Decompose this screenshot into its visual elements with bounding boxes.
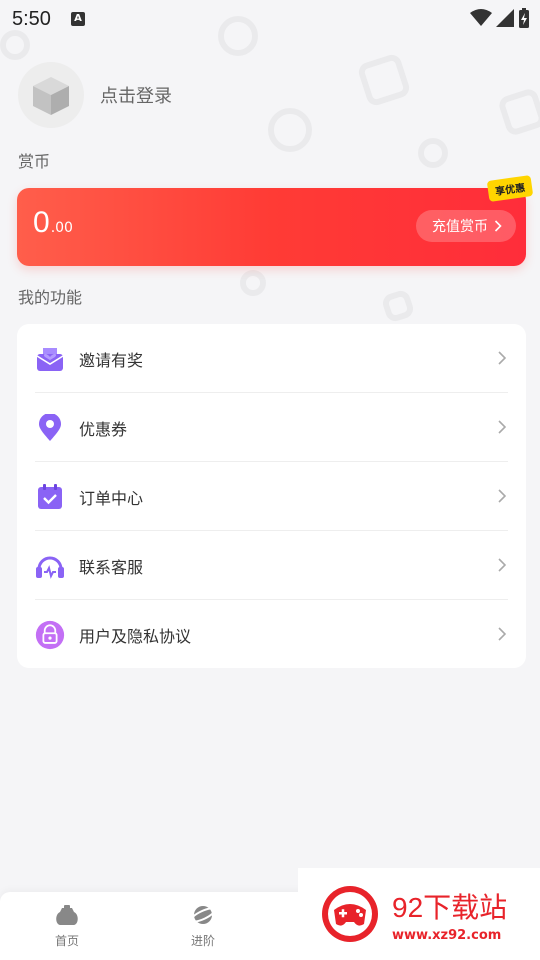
headset-icon xyxy=(35,551,65,581)
functions-list: 邀请有奖 优惠券 订单中心 联系客服 用户及隐私协议 xyxy=(17,324,526,668)
profile-header[interactable]: 点击登录 xyxy=(18,62,172,128)
coin-balance-integer: 0 xyxy=(33,206,50,239)
menu-item-label: 订单中心 xyxy=(79,488,144,508)
chevron-right-icon xyxy=(494,220,502,232)
privacy-lock-icon xyxy=(35,620,65,650)
chevron-right-icon xyxy=(498,351,506,365)
planet-icon xyxy=(168,902,238,928)
menu-item-label: 邀请有奖 xyxy=(79,350,144,370)
calendar-check-icon xyxy=(35,482,65,512)
coin-balance: 0 .00 xyxy=(33,206,73,240)
home-bag-icon xyxy=(32,902,102,928)
coin-section-label: 赏币 xyxy=(18,152,51,171)
watermark-url: www.xz92.com xyxy=(392,927,502,943)
gamepad-logo-icon xyxy=(322,886,378,942)
menu-item-label: 用户及隐私协议 xyxy=(79,626,192,646)
tab-home[interactable]: 首页 xyxy=(32,902,102,949)
coin-balance-card: 0 .00 充值赏币 享优惠 xyxy=(17,175,534,266)
status-bar: 5:50 A xyxy=(0,0,540,38)
coin-balance-decimal: .00 xyxy=(50,220,73,236)
battery-icon xyxy=(519,8,529,28)
functions-section-label: 我的功能 xyxy=(18,288,83,307)
tab-label: 首页 xyxy=(54,934,79,948)
watermark-title: 92下载站 xyxy=(392,891,508,923)
status-icons xyxy=(470,8,530,28)
site-watermark: 92下载站 www.xz92.com xyxy=(298,868,540,960)
menu-item-invite[interactable]: 邀请有奖 xyxy=(17,324,526,393)
menu-item-label: 优惠券 xyxy=(79,419,128,439)
wifi-icon xyxy=(470,9,492,26)
chevron-right-icon xyxy=(498,489,506,503)
login-link[interactable]: 点击登录 xyxy=(100,82,172,108)
default-avatar-icon xyxy=(33,77,69,115)
chevron-right-icon xyxy=(498,558,506,572)
avatar[interactable] xyxy=(18,62,84,128)
notification-icon: A xyxy=(70,12,85,26)
discount-badge: 享优惠 xyxy=(486,175,534,202)
chevron-right-icon xyxy=(498,627,506,641)
menu-item-orders[interactable]: 订单中心 xyxy=(17,462,526,531)
menu-item-customer-service[interactable]: 联系客服 xyxy=(17,531,526,600)
chevron-right-icon xyxy=(498,420,506,434)
status-time: 5:50 xyxy=(12,7,51,30)
menu-item-label: 联系客服 xyxy=(79,557,144,577)
recharge-button[interactable]: 充值赏币 xyxy=(416,210,516,242)
recharge-label: 充值赏币 xyxy=(432,219,488,235)
menu-item-coupons[interactable]: 优惠券 xyxy=(17,393,526,462)
signal-icon xyxy=(496,9,514,27)
gift-icon xyxy=(35,344,65,374)
tab-label: 进阶 xyxy=(190,934,215,948)
menu-item-privacy[interactable]: 用户及隐私协议 xyxy=(17,600,526,669)
tab-advanced[interactable]: 进阶 xyxy=(168,902,238,949)
location-pin-icon xyxy=(35,413,65,443)
